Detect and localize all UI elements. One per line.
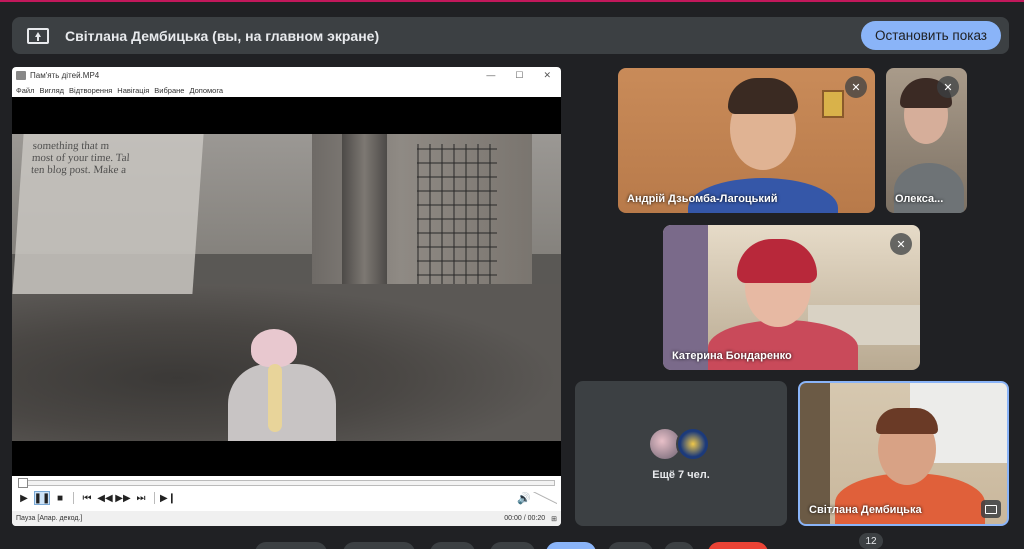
seek-bar[interactable]	[18, 480, 555, 486]
mic-off-icon: ✕	[845, 76, 867, 98]
rewind-icon[interactable]: ◀◀	[97, 491, 113, 505]
player-menubar: Файл Вигляд Відтворення Навігація Вибран…	[12, 84, 561, 97]
participant-name: Катерина Бондаренко	[672, 350, 792, 362]
pause-icon[interactable]: ❚❚	[34, 491, 50, 505]
more-participants-tile[interactable]: Ещё 7 чел.	[575, 381, 787, 526]
player-statusbar: Пауза [Апар. декод.] 00:00 / 00:20 ⊞	[12, 511, 561, 526]
captions-button[interactable]	[430, 542, 475, 549]
reactions-button[interactable]	[664, 542, 694, 549]
camera-button[interactable]	[343, 542, 415, 549]
leave-call-button[interactable]	[708, 542, 768, 549]
stop-presenting-button[interactable]: Остановить показ	[860, 21, 1001, 50]
statusbar-icon: ⊞	[551, 515, 557, 523]
volume-slider[interactable]	[533, 492, 557, 504]
participant-avatar	[676, 427, 710, 461]
participant-tile[interactable]: ✕ Андрій Дзьомба-Лагоцький	[618, 68, 875, 213]
present-screen-icon	[27, 27, 49, 44]
top-accent-line	[0, 0, 1024, 2]
playback-time: 00:00 / 00:20	[504, 515, 546, 522]
play-icon[interactable]: ▶	[16, 491, 32, 505]
stop-icon[interactable]: ■	[52, 491, 68, 505]
menu-navigation[interactable]: Навігація	[117, 86, 149, 95]
more-participants-label: Ещё 7 чел.	[652, 469, 710, 481]
mic-off-icon: ✕	[937, 76, 959, 98]
more-options-button[interactable]	[608, 542, 653, 549]
player-titlebar: Пам'ять дітей.MP4 — ☐ ✕	[12, 67, 561, 84]
video-frame[interactable]: something that m most of your time. Tal …	[12, 134, 561, 441]
participants-count-badge: 12	[859, 533, 883, 549]
seek-handle[interactable]	[18, 478, 28, 488]
video-paper-overlay: something that m most of your time. Tal …	[12, 134, 204, 294]
mic-button[interactable]	[255, 542, 327, 549]
shared-media-player: Пам'ять дітей.MP4 — ☐ ✕ Файл Вигляд Відт…	[12, 67, 561, 526]
hand-button[interactable]	[490, 542, 535, 549]
volume-icon[interactable]: 🔊	[517, 492, 531, 505]
menu-favorites[interactable]: Вибране	[154, 86, 184, 95]
menu-file[interactable]: Файл	[16, 86, 34, 95]
mic-off-icon: ✕	[890, 233, 912, 255]
participant-name: Андрій Дзьомба-Лагоцький	[627, 193, 778, 205]
fast-forward-icon[interactable]: ▶▶	[115, 491, 131, 505]
menu-help[interactable]: Допомога	[189, 86, 223, 95]
participant-name: Світлана Дембицька	[809, 504, 922, 516]
menu-view[interactable]: Вигляд	[39, 86, 64, 95]
presenting-banner: Світлана Дембицька (вы, на главном экран…	[12, 17, 1009, 54]
menu-playback[interactable]: Відтворення	[69, 86, 112, 95]
participant-tile[interactable]: ✕ Олекса...	[886, 68, 967, 213]
player-window-title: Пам'ять дітей.MP4	[30, 71, 100, 80]
maximize-icon[interactable]: ☐	[515, 70, 523, 81]
present-button[interactable]	[546, 542, 596, 549]
participant-tile[interactable]: ✕ Катерина Бондаренко	[663, 225, 920, 370]
picture-in-picture-icon[interactable]	[981, 500, 1001, 518]
close-icon[interactable]: ✕	[543, 70, 551, 81]
presenting-text: Світлана Дембицька (вы, на главном экран…	[65, 27, 380, 44]
skip-back-icon[interactable]: ⏮	[79, 491, 95, 505]
player-controls: ▶ ❚❚ ■ ⏮ ◀◀ ▶▶ ⏭ ▶❙ 🔊 Пауза [Апар. декод…	[12, 476, 561, 526]
frame-step-icon[interactable]: ▶❙	[160, 491, 176, 505]
video-girl-figure	[228, 364, 336, 441]
playback-status: Пауза [Апар. декод.]	[16, 515, 83, 522]
player-app-icon	[16, 71, 26, 80]
minimize-icon[interactable]: —	[486, 70, 495, 81]
participant-name: Олекса...	[895, 193, 944, 205]
skip-forward-icon[interactable]: ⏭	[133, 491, 149, 505]
self-view-tile[interactable]: Світлана Дембицька	[798, 381, 1009, 526]
